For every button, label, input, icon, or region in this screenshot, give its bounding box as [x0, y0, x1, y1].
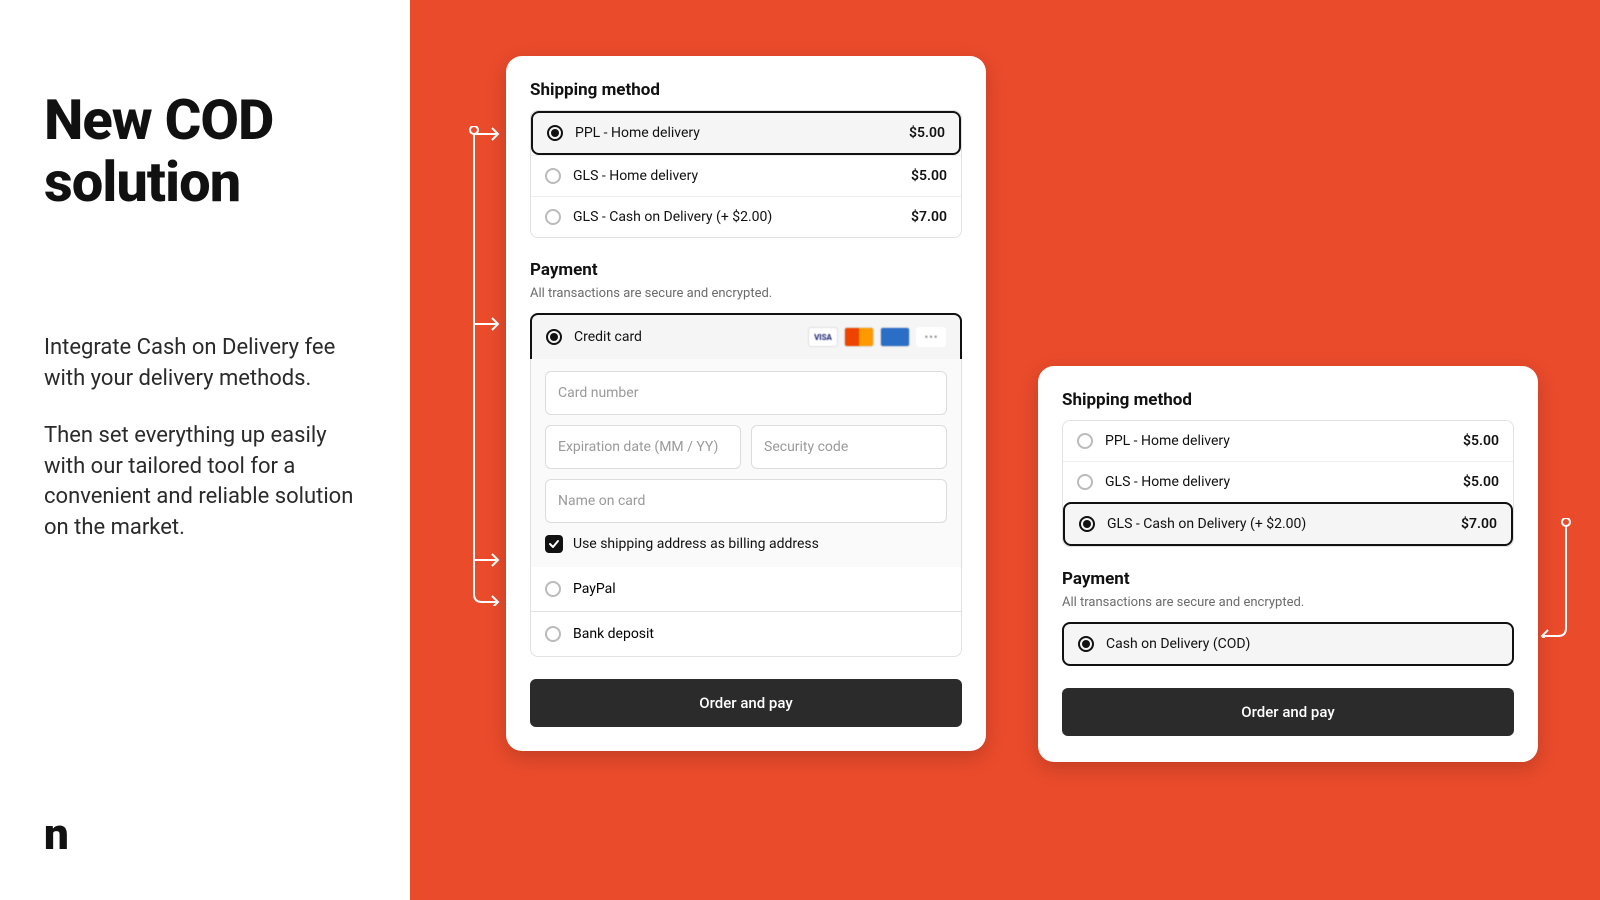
bank-deposit-label: Bank deposit	[573, 626, 654, 642]
hero-panel: New COD solution Integrate Cash on Deliv…	[0, 0, 410, 900]
shipping-option-gls[interactable]: GLS - Home delivery $5.00	[531, 155, 961, 196]
mastercard-icon	[844, 327, 874, 347]
security-code-input[interactable]	[751, 425, 947, 469]
shipping-option-label: GLS - Home delivery	[573, 168, 698, 184]
hero-p1: Integrate Cash on Delivery fee with your…	[44, 333, 366, 395]
checkout-card-cod: Shipping method PPL - Home delivery $5.0…	[1038, 366, 1538, 762]
radio-selected-icon	[1079, 516, 1095, 532]
shipping-option-ppl[interactable]: PPL - Home delivery $5.00	[1063, 421, 1513, 461]
radio-icon	[545, 209, 561, 225]
shipping-options: PPL - Home delivery $5.00 GLS - Home del…	[1062, 420, 1514, 547]
shipping-option-label: GLS - Cash on Delivery (+ $2.00)	[573, 209, 772, 225]
shipping-option-price: $5.00	[911, 168, 947, 184]
radio-selected-icon	[1078, 636, 1094, 652]
shipping-option-price: $7.00	[911, 209, 947, 225]
shipping-options: PPL - Home delivery $5.00 GLS - Home del…	[530, 110, 962, 238]
shipping-option-price: $5.00	[1463, 433, 1499, 449]
card-brand-icons: VISA ⋯	[808, 327, 946, 347]
shipping-option-label: PPL - Home delivery	[575, 125, 700, 141]
shipping-option-gls[interactable]: GLS - Home delivery $5.00	[1063, 461, 1513, 502]
card-number-input[interactable]	[545, 371, 947, 415]
credit-card-label: Credit card	[574, 329, 642, 345]
shipping-title: Shipping method	[530, 80, 962, 100]
shipping-option-price: $7.00	[1461, 516, 1497, 532]
visa-icon: VISA	[808, 327, 838, 347]
payment-title: Payment	[1062, 569, 1514, 589]
hero-copy: Integrate Cash on Delivery fee with your…	[44, 333, 366, 544]
shipping-option-label: GLS - Cash on Delivery (+ $2.00)	[1107, 516, 1306, 532]
payment-option-credit-card[interactable]: Credit card VISA ⋯	[530, 313, 962, 359]
radio-icon	[545, 626, 561, 642]
radio-selected-icon	[547, 125, 563, 141]
payment-title: Payment	[530, 260, 962, 280]
more-brands-icon: ⋯	[916, 327, 946, 347]
hero-title: New COD solution	[44, 90, 366, 213]
checkout-card-credit: Shipping method PPL - Home delivery $5.0…	[506, 56, 986, 751]
connector-arrows-left-icon	[468, 126, 506, 604]
payment-option-cod[interactable]: Cash on Delivery (COD)	[1062, 622, 1514, 666]
radio-icon	[1077, 433, 1093, 449]
checkbox-checked-icon	[545, 535, 563, 553]
radio-icon	[545, 581, 561, 597]
amex-icon	[880, 327, 910, 347]
shipping-option-price: $5.00	[1463, 474, 1499, 490]
shipping-option-label: PPL - Home delivery	[1105, 433, 1230, 449]
radio-selected-icon	[546, 329, 562, 345]
shipping-option-gls-cod[interactable]: GLS - Cash on Delivery (+ $2.00) $7.00	[531, 196, 961, 237]
shipping-option-ppl[interactable]: PPL - Home delivery $5.00	[531, 111, 961, 155]
connector-arrows-right-icon	[1538, 518, 1572, 638]
shipping-option-gls-cod[interactable]: GLS - Cash on Delivery (+ $2.00) $7.00	[1063, 502, 1513, 546]
billing-address-checkbox[interactable]: Use shipping address as billing address	[545, 533, 947, 553]
shipping-option-price: $5.00	[909, 125, 945, 141]
brand-logo: n	[44, 808, 65, 860]
shipping-option-label: GLS - Home delivery	[1105, 474, 1230, 490]
order-and-pay-button[interactable]: Order and pay	[530, 679, 962, 727]
credit-card-form: Use shipping address as billing address	[530, 359, 962, 567]
radio-icon	[545, 168, 561, 184]
name-on-card-input[interactable]	[545, 479, 947, 523]
shipping-title: Shipping method	[1062, 390, 1514, 410]
cod-label: Cash on Delivery (COD)	[1106, 636, 1250, 652]
order-and-pay-button[interactable]: Order and pay	[1062, 688, 1514, 736]
payment-subtitle: All transactions are secure and encrypte…	[1062, 595, 1514, 610]
billing-checkbox-label: Use shipping address as billing address	[573, 536, 819, 552]
expiration-input[interactable]	[545, 425, 741, 469]
paypal-label: PayPal	[573, 581, 616, 597]
stage: Shipping method PPL - Home delivery $5.0…	[410, 0, 1600, 900]
radio-icon	[1077, 474, 1093, 490]
payment-option-paypal[interactable]: PayPal	[530, 567, 962, 612]
payment-option-bank-deposit[interactable]: Bank deposit	[530, 612, 962, 657]
payment-subtitle: All transactions are secure and encrypte…	[530, 286, 962, 301]
hero-p2: Then set everything up easily with our t…	[44, 421, 366, 544]
